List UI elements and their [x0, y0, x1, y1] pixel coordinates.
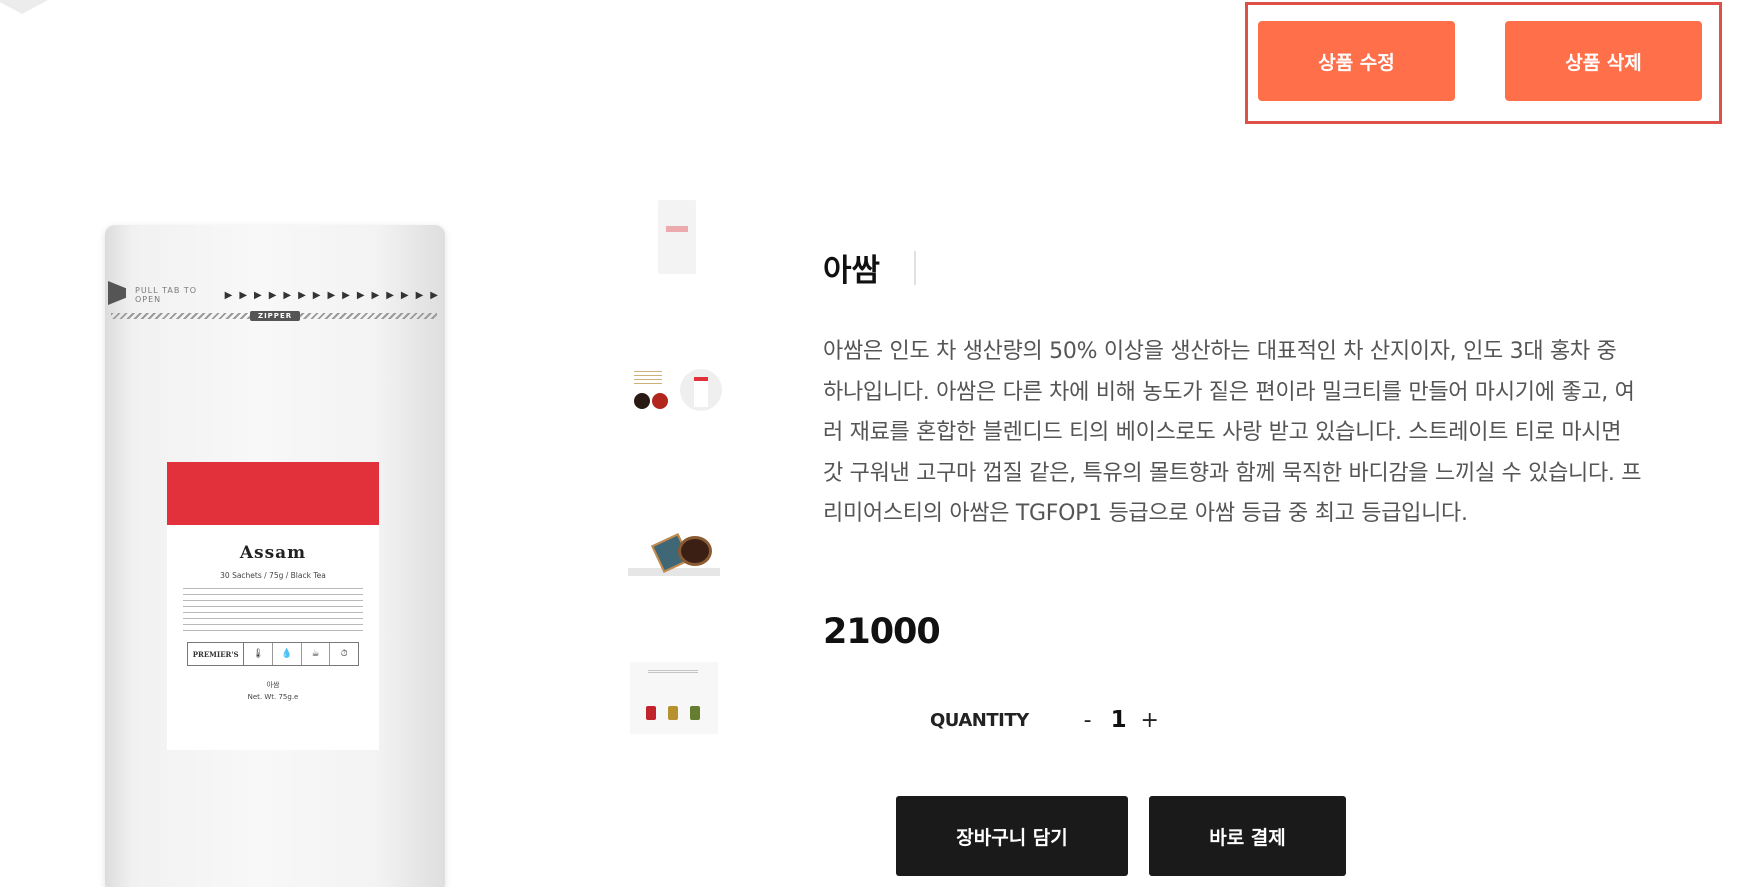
mini-pouch-image	[680, 369, 722, 411]
label-korean-name: 아쌈	[266, 681, 280, 689]
product-title-row: 아쌈	[823, 245, 917, 290]
product-description: 아쌈은 인도 차 생산량의 50% 이상을 생산하는 대표적인 차 산지이자, …	[823, 339, 1642, 527]
thumbnail-text-lines	[634, 371, 662, 387]
delete-product-button[interactable]: 상품 삭제	[1505, 21, 1702, 101]
tear-arrows-icon: ▶▶▶▶▶▶▶▶▶▶▶▶▶▶▶	[224, 289, 445, 301]
edit-product-button[interactable]: 상품 수정	[1258, 21, 1455, 101]
label-product-name: Assam	[239, 543, 307, 563]
red-pouch-image	[646, 706, 656, 720]
product-price: 21000	[823, 612, 941, 652]
label-description-lines	[183, 588, 363, 632]
plate-image	[628, 568, 720, 576]
thumbnail-product-front[interactable]	[628, 200, 720, 280]
gold-pouch-image	[668, 706, 678, 720]
tear-text: PULL TAB TO OPEN	[135, 286, 198, 304]
add-to-cart-button[interactable]: 장바구니 담기	[896, 796, 1128, 876]
zipper-tag: ZIPPER	[250, 311, 301, 321]
label-red-band	[167, 462, 379, 525]
bag-label: Assam 30 Sachets / 75g / Black Tea PREMI…	[167, 462, 379, 750]
quantity-decrease-button[interactable]: -	[1077, 708, 1099, 733]
title-divider	[914, 250, 917, 285]
label-icon-row: PREMIER'S 🌡 💧 ☕ ⏱	[187, 642, 359, 666]
lineup-text-lines	[648, 670, 698, 674]
buy-now-button[interactable]: 바로 결제	[1149, 796, 1346, 876]
tear-strip: PULL TAB TO OPEN ▶▶▶▶▶▶▶▶▶▶▶▶▶▶▶	[105, 285, 445, 305]
tea-cup-image	[678, 536, 712, 566]
label-brand: PREMIER'S	[188, 643, 245, 665]
admin-actions-highlight: 상품 수정 상품 삭제	[1245, 2, 1722, 124]
thumbnail-lineup[interactable]	[628, 662, 720, 742]
timer-icon: ⏱	[340, 649, 348, 659]
label-weight: Net. Wt. 75g.e	[247, 693, 299, 701]
pouch-image	[658, 200, 696, 274]
product-title: 아쌈	[823, 253, 881, 289]
thumbnail-sachet-cup[interactable]	[628, 530, 720, 610]
quantity-stepper: QUANTITY - 1 +	[930, 704, 1161, 736]
dry-leaf-image	[634, 393, 650, 409]
product-main-image: PULL TAB TO OPEN ▶▶▶▶▶▶▶▶▶▶▶▶▶▶▶ ZIPPER …	[0, 165, 560, 887]
quantity-value: 1	[1110, 707, 1127, 733]
label-subtitle: 30 Sachets / 75g / Black Tea	[220, 571, 326, 580]
thumbnail-tea-leaves[interactable]	[628, 365, 722, 445]
water-drop-icon: 💧	[273, 643, 302, 665]
brewed-tea-image	[652, 393, 668, 409]
quantity-increase-button[interactable]: +	[1139, 708, 1161, 733]
tea-bag-illustration: PULL TAB TO OPEN ▶▶▶▶▶▶▶▶▶▶▶▶▶▶▶ ZIPPER …	[105, 225, 445, 887]
corner-fold-decoration	[0, 0, 48, 14]
quantity-label: QUANTITY	[930, 709, 1029, 731]
green-pouch-image	[690, 706, 700, 720]
teaspoon-icon: ☕	[302, 643, 331, 665]
thermometer-icon: 🌡	[244, 643, 273, 665]
